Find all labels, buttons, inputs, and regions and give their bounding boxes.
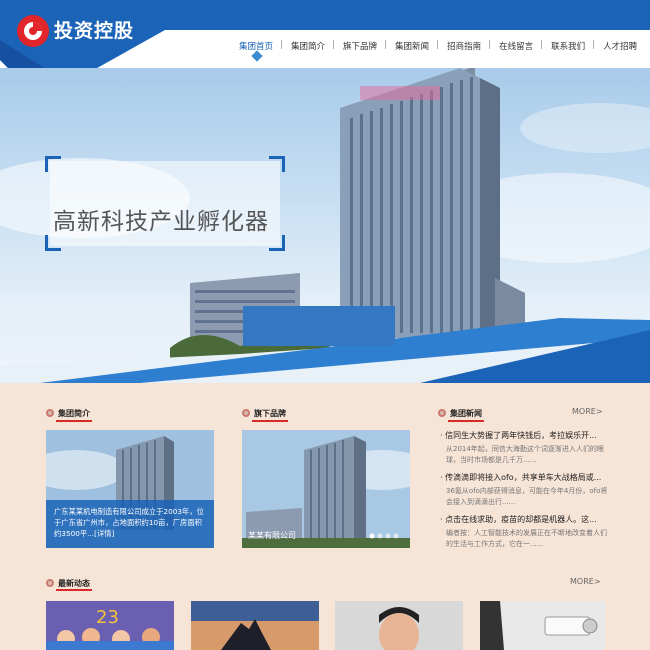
about-thumbnail[interactable]: 广东某某机电制造有限公司成立于2003年，位于广东省广州市，占地面积约10亩，厂… [46,430,214,548]
latest-thumb-portrait[interactable] [335,601,463,650]
section-dot-icon [46,409,54,417]
nav-contact[interactable]: 联系我们 [540,40,594,52]
section-underline [56,420,92,422]
section-title-latest[interactable]: 最新动态 [58,578,90,589]
section-underline [252,420,288,422]
nav-careers[interactable]: 人才招聘 [592,40,646,52]
news-item[interactable]: · 信同生大势握了两年快钱后，考拉娱乐开... 从2014年起，同信大海勤这个词… [440,430,610,466]
section-title-news[interactable]: 集团新闻 [450,408,482,419]
nav-message[interactable]: 在线留言 [488,40,542,52]
section-underline [448,420,484,422]
hero-blue-box [243,306,395,346]
latest-photo-portrait [335,601,463,650]
news-more-link[interactable]: MORE> [572,407,603,416]
hero-title: 高新科技产业孵化器 [53,209,269,235]
section-underline [56,589,92,591]
section-header-about: 集团简介 [46,405,90,421]
logo-icon[interactable] [16,14,50,48]
news-item[interactable]: · 点击在线求助，疫苗的却都是机器人。这... 编者按：人工智能技术的发展正在不… [440,514,610,550]
hero-banner[interactable]: 高新科技产业孵化器 [0,68,650,383]
news-title[interactable]: · 信同生大势握了两年快钱后，考拉娱乐开... [440,430,610,441]
section-dot-icon [242,409,250,417]
main-nav: 集团首页 集团简介 旗下品牌 集团新闻 招商指南 在线留言 联系我们 人才招聘 [230,36,646,56]
news-title[interactable]: · 传滴滴即将接入ofo，共享单车大战格局或... [440,472,610,483]
section-dot-icon [46,579,54,587]
latest-photo-party: 23 [46,601,174,650]
nav-news[interactable]: 集团新闻 [384,40,438,52]
section-title-brands[interactable]: 旗下品牌 [254,408,286,419]
latest-photo-sunset [191,601,319,650]
nav-investment[interactable]: 招商指南 [436,40,490,52]
latest-more-link[interactable]: MORE> [570,577,601,586]
section-title-about[interactable]: 集团简介 [58,408,90,419]
brand-thumbnail[interactable]: 某某有限公司 [242,430,410,548]
hero-title-frame: 高新科技产业孵化器 [45,156,285,251]
news-list: · 信同生大势握了两年快钱后，考拉娱乐开... 从2014年起，同信大海勤这个词… [440,430,610,556]
section-dot-icon [438,409,446,417]
latest-thumb-sunset[interactable] [191,601,319,650]
section-header-brands: 旗下品牌 [242,405,286,421]
latest-thumb-camera[interactable] [480,601,605,650]
news-desc: 36氪从ofo内部获得消息，可能在今年4月份，ofo将会接入到滴滴出行.....… [446,487,608,506]
news-desc: 编者按：人工智能技术的发展正在不断地改变着人们的生活与工作方式，它在一.....… [446,529,607,548]
news-item[interactable]: · 传滴滴即将接入ofo，共享单车大战格局或... 36氪从ofo内部获得消息，… [440,472,610,508]
brand-name[interactable]: 投资控股 [54,16,134,43]
brand-caption[interactable]: 某某有限公司 [248,530,296,541]
latest-thumb-party[interactable]: 23 [46,601,174,650]
section-header-news: 集团新闻 [438,405,482,421]
nav-about[interactable]: 集团简介 [280,40,334,52]
news-title[interactable]: · 点击在线求助，疫苗的却都是机器人。这... [440,514,610,525]
about-caption[interactable]: 广东某某机电制造有限公司成立于2003年，位于广东省广州市，占地面积约10亩，厂… [46,500,214,548]
nav-brands[interactable]: 旗下品牌 [332,40,386,52]
news-desc: 从2014年起，同信大海勤这个词逐渐进入人们的眼球，当时市场都是几千万.....… [446,445,604,464]
latest-photo-camera [480,601,605,650]
svg-text:23: 23 [96,607,119,628]
